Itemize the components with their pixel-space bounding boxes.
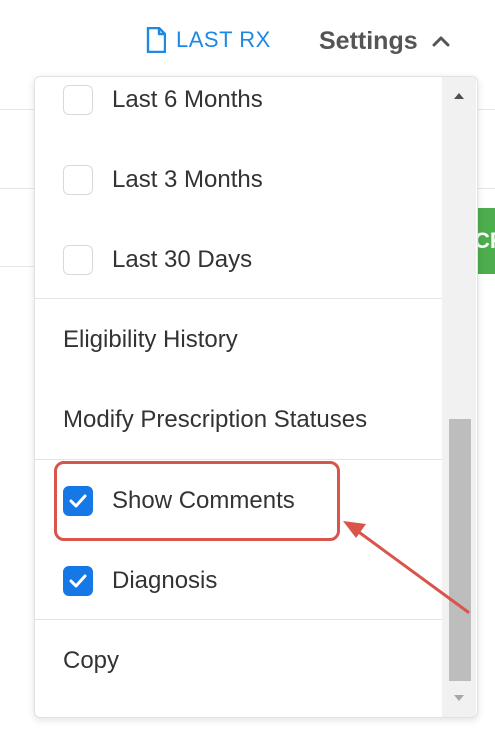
settings-menu-toggle[interactable]: Settings	[319, 24, 450, 58]
menu-item-last-6-months[interactable]: Last 6 Months	[35, 77, 442, 140]
menu-item-modify-prescription-statuses[interactable]: Modify Prescription Statuses	[35, 380, 442, 460]
menu-divider	[35, 298, 442, 299]
menu-item-label: Eligibility History	[63, 326, 238, 353]
menu-item-copy[interactable]: Copy	[35, 621, 442, 701]
menu-item-label: Last 3 Months	[112, 166, 263, 193]
menu-item-eligibility-history[interactable]: Eligibility History	[35, 300, 442, 380]
menu-divider	[35, 459, 442, 460]
checkbox-diagnosis[interactable]	[63, 566, 93, 596]
settings-dropdown: Last 6 Months Last 3 Months Last 30 Days…	[34, 76, 478, 718]
chevron-up-icon	[432, 35, 450, 47]
checkbox-last-30-days[interactable]	[63, 245, 93, 275]
last-rx-button[interactable]: LAST RX	[146, 24, 271, 56]
scroll-down-arrow-icon[interactable]	[442, 683, 476, 713]
top-bar: LAST RX Settings	[0, 0, 495, 78]
menu-item-last-30-days[interactable]: Last 30 Days	[35, 220, 442, 300]
menu-item-last-3-months[interactable]: Last 3 Months	[35, 140, 442, 220]
menu-item-label: Copy	[63, 647, 120, 674]
menu-divider	[35, 619, 442, 620]
settings-label: Settings	[319, 26, 418, 55]
menu-item-label: Last 30 Days	[112, 246, 253, 273]
menu-item-diagnosis[interactable]: Diagnosis	[35, 541, 442, 621]
menu-item-label: Modify Prescription Statuses	[63, 406, 368, 433]
annotation-highlight-box	[54, 461, 340, 541]
menu-scrollbar[interactable]	[442, 77, 476, 717]
last-rx-label: LAST RX	[176, 27, 271, 52]
scroll-up-arrow-icon[interactable]	[442, 81, 476, 111]
scrollbar-thumb[interactable]	[449, 419, 471, 681]
checkmark-icon	[69, 574, 87, 588]
document-icon	[146, 27, 166, 53]
menu-item-label: Last 6 Months	[112, 86, 263, 113]
checkbox-last-3-months[interactable]	[63, 165, 93, 195]
menu-item-label: Diagnosis	[112, 567, 218, 594]
checkbox-last-6-months[interactable]	[63, 85, 93, 115]
